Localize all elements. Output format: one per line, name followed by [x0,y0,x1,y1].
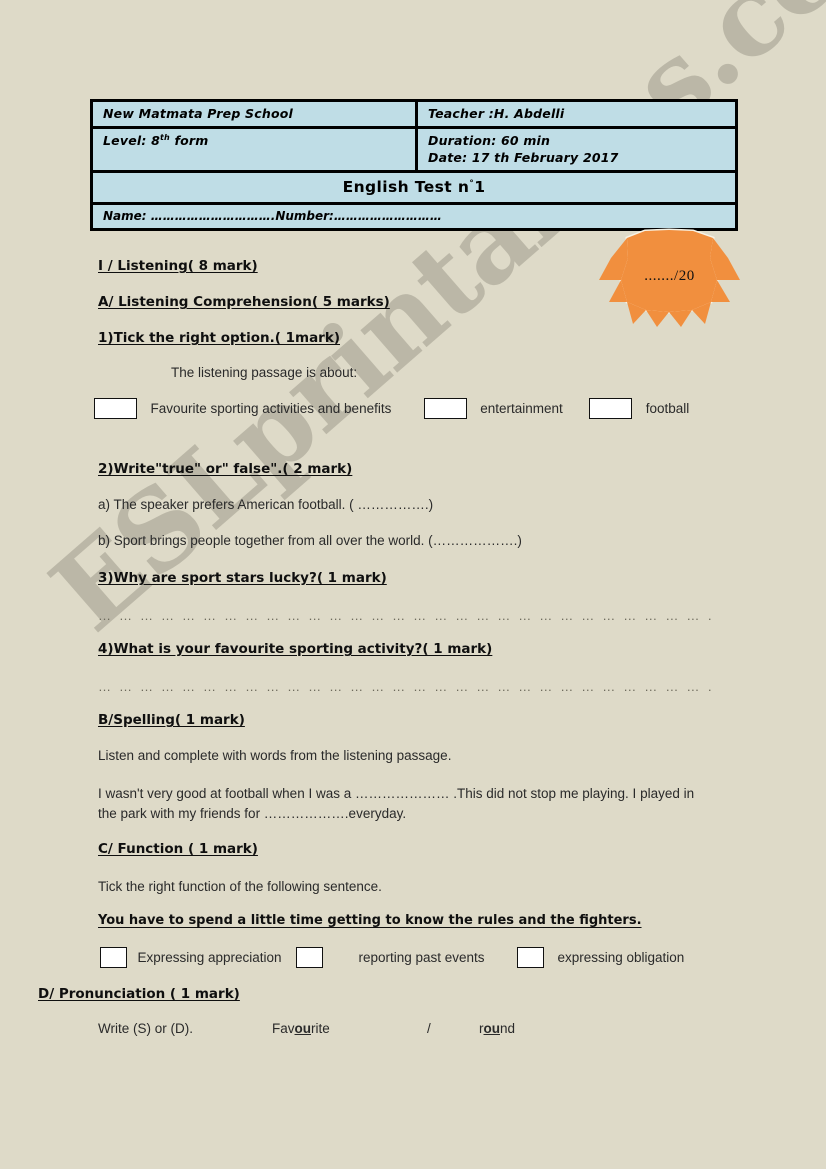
school-name-cell: New Matmata Prep School [93,102,418,126]
heading-question-4: 4)What is your favourite sporting activi… [98,641,493,657]
test-title: English Test n°1 [93,173,735,202]
header-row-school-teacher: New Matmata Prep School Teacher :H. Abde… [93,102,735,129]
pron-word1-highlight: ou [294,1021,312,1036]
q2-item-a: a) The speaker prefers American football… [98,497,434,512]
header-row-level-duration: Level: 8th form Duration: 60 min Date: 1… [93,129,735,173]
duration-date-cell: Duration: 60 min Date: 17 th February 20… [418,129,735,170]
teacher-name-cell: Teacher :H. Abdelli [418,102,735,126]
function-checkbox-3[interactable] [516,947,544,968]
test-number: 1 [474,178,486,196]
q3-answer-line[interactable]: … … … … … … … … … … … … … … … … … … … … … [98,608,713,623]
date-text: Date: 17 th February 2017 [428,150,619,165]
pronunciation-separator: / [427,1021,431,1036]
pron-word2-suffix: nd [500,1021,516,1036]
q1-option-row: Favourite sporting activities and benefi… [94,398,814,419]
function-instruction: Tick the right function of the following… [98,879,382,894]
q1-prompt: The listening passage is about: [171,365,358,380]
duration-text: Duration: 60 min [428,133,551,148]
pron-word2-highlight: ou [483,1021,501,1036]
function-target-sentence: You have to spend a little time getting … [98,913,642,928]
level-cell: Level: 8th form [93,129,418,170]
pronunciation-word-2: round [479,1021,515,1036]
level-suffix: form [169,133,209,149]
heading-spelling: B/Spelling( 1 mark) [98,712,245,728]
function-option-label-2: reporting past events [358,950,485,965]
score-value: ......./20 [644,268,695,284]
score-badge: ......./20 [597,228,742,333]
pronunciation-instruction: Write (S) or (D). [98,1021,193,1036]
heading-question-1: 1)Tick the right option.( 1mark) [98,330,340,346]
pronunciation-word-1: Favourite [272,1021,330,1036]
q1-checkbox-2[interactable] [423,398,467,419]
heading-pronunciation: D/ Pronunciation ( 1 mark) [38,986,240,1002]
function-option-label-3: expressing obligation [557,950,685,965]
function-option-label-1: Expressing appreciation [137,950,282,965]
q1-option-label-2: entertainment [480,401,563,416]
test-title-prefix: English Test n [342,178,470,196]
q1-checkbox-3[interactable] [589,398,633,419]
spelling-gapfill-text[interactable]: I wasn't very good at football when I wa… [98,784,708,824]
q2-item-b: b) Sport brings people together from all… [98,533,522,548]
heading-listening-comprehension: A/ Listening Comprehension( 5 marks) [98,294,390,310]
q1-option-label-3: football [645,401,690,416]
heading-listening: I / Listening( 8 mark) [98,258,258,274]
function-checkbox-1[interactable] [100,947,127,968]
q4-answer-line[interactable]: … … … … … … … … … … … … … … … … … … … … … [98,679,713,694]
pron-word1-prefix: Fav [272,1021,295,1036]
name-number-field[interactable]: Name: ………………………….Number:……………………… [93,205,735,228]
heading-question-2: 2)Write"true" or" false".( 2 mark) [98,461,353,477]
function-checkbox-2[interactable] [296,947,323,968]
header-row-title: English Test n°1 [93,173,735,205]
heading-question-3: 3)Why are sport stars lucky?( 1 mark) [98,570,387,586]
q1-option-label-1: Favourite sporting activities and benefi… [150,401,392,416]
level-prefix: Level: 8 [103,133,161,149]
level-ordinal: th [160,133,170,142]
heading-function: C/ Function ( 1 mark) [98,841,258,857]
worksheet-header-table: New Matmata Prep School Teacher :H. Abde… [90,99,738,231]
header-row-name-number: Name: ………………………….Number:……………………… [93,205,735,228]
q1-checkbox-1[interactable] [94,398,137,419]
spelling-instruction: Listen and complete with words from the … [98,748,452,763]
pron-word1-suffix: rite [311,1021,330,1036]
function-option-row: Expressing appreciation reporting past e… [100,947,810,968]
